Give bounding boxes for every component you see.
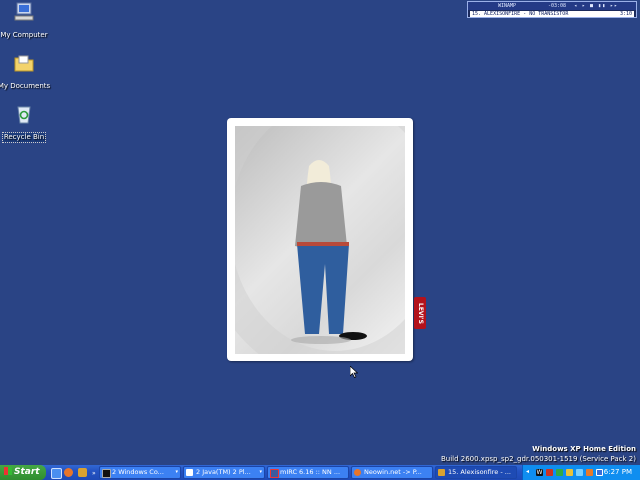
edition-title: Windows XP Home Edition [532,445,636,453]
recycle-bin-icon [17,106,31,124]
system-tray: ◂ W 6:27 PM [522,465,640,480]
tray-expand-icon[interactable]: ◂ [526,468,529,475]
ie-icon[interactable] [51,468,62,479]
task-label: 2 Windows Co... [112,468,164,476]
tray-monitor-icon[interactable] [596,469,603,476]
desktop-icon-recycle-bin[interactable]: Recycle Bin [0,104,52,143]
winamp-track-display: 15. ALEXISONFIRE - NO TRANSISTOR 3:10 [470,11,634,17]
task-label: 2 Java(TM) 2 Pl... [196,468,251,476]
start-button[interactable]: Start [0,465,46,480]
computer-icon [14,2,34,21]
desktop-icon-my-documents[interactable]: My Documents [0,53,52,92]
folder-icon [14,55,34,72]
desktop-icon-label: Recycle Bin [1,132,47,143]
desktop-icon-label: My Computer [0,31,48,39]
wallpaper-figure [235,126,405,354]
mirc-icon [270,469,279,478]
wallpaper-photo [235,126,405,354]
quick-launch-expand-icon[interactable]: » [92,470,96,477]
winamp-time: -03:08 [548,3,567,9]
winamp-logo: WINAMP [498,3,517,9]
tray-messenger-icon[interactable] [586,469,593,476]
taskbar: Start » 2 Windows Co... ▾ 2 Java(TM) 2 P… [0,465,640,480]
task-label: Neowin.net -> P... [364,468,422,476]
taskbar-item-winamp[interactable]: 15. Alexisonfire - ... [435,466,517,479]
group-arrow-icon: ▾ [175,469,178,475]
tray-volume-icon[interactable] [576,469,583,476]
windows-edition-watermark: Windows XP Home Edition Build 2600.xpsp_… [441,444,636,464]
tray-antivirus-icon[interactable] [546,469,553,476]
firefox-icon [354,469,361,476]
tray-app-icon[interactable]: W [536,469,543,476]
start-label: Start [14,467,40,477]
windows-flag-icon [4,467,12,475]
winamp-icon[interactable] [78,468,87,477]
winamp-duration: 3:10 [619,11,632,17]
desktop-icon-my-computer[interactable]: My Computer [0,2,52,41]
task-label: mIRC 6.16 :: NN ... [280,468,341,476]
task-label: 15. Alexisonfire - ... [448,468,511,476]
mouse-cursor-icon [350,366,358,378]
wallpaper-photo-frame [227,118,413,361]
winamp-track: 15. ALEXISONFIRE - NO TRANSISTOR [472,11,569,17]
levis-badge: LEVI'S [414,297,426,329]
tray-network-icon[interactable] [566,469,573,476]
tray-download-icon[interactable] [556,469,563,476]
taskbar-item-java[interactable]: 2 Java(TM) 2 Pl... ▾ [183,466,265,479]
firefox-icon[interactable] [64,468,73,477]
taskbar-item-mirc[interactable]: mIRC 6.16 :: NN ... [267,466,349,479]
winamp-titlebar[interactable]: WINAMP -03:08 ◂ ▸ ■ ▮▮ ▸▸ [468,2,636,10]
taskbar-item-windows-console[interactable]: 2 Windows Co... ▾ [99,466,181,479]
edition-build: Build 2600.xpsp_sp2_gdr.050301-1519 (Ser… [440,455,636,463]
group-arrow-icon: ▾ [259,469,262,475]
cmd-icon [102,469,111,478]
taskbar-item-neowin[interactable]: Neowin.net -> P... [351,466,433,479]
desktop-icon-label: My Documents [0,82,51,90]
java-icon [186,469,193,476]
winamp-player[interactable]: WINAMP -03:08 ◂ ▸ ■ ▮▮ ▸▸ 15. ALEXISONFI… [467,1,637,18]
winamp-icon [438,469,445,476]
clock[interactable]: 6:27 PM [604,465,632,480]
winamp-controls[interactable]: ◂ ▸ ■ ▮▮ ▸▸ [574,3,618,9]
